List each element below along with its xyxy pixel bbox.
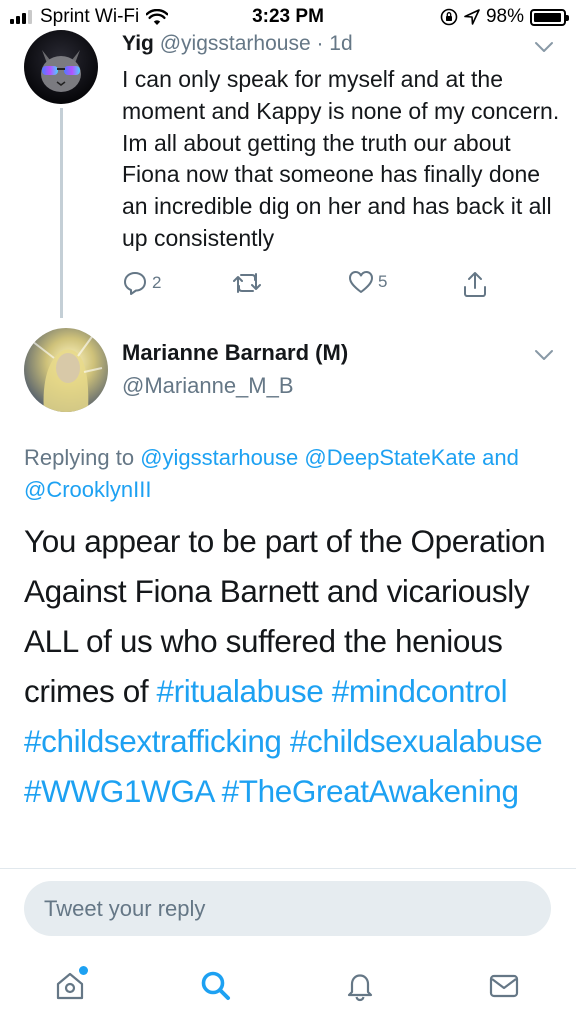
- hashtag-link[interactable]: #WWG1WGA: [24, 773, 214, 809]
- tab-search[interactable]: [194, 966, 238, 1006]
- new-content-dot: [79, 966, 88, 975]
- cat-with-sunglasses-avatar-image: [24, 30, 98, 104]
- replying-prefix: Replying to: [24, 445, 135, 470]
- author-handle[interactable]: @yigsstarhouse: [160, 32, 311, 55]
- hashtag-link[interactable]: #childsextrafficking: [24, 723, 282, 759]
- location-arrow-icon: [464, 9, 480, 25]
- reply-count: 2: [152, 273, 162, 292]
- tab-home[interactable]: [48, 966, 92, 1006]
- reply-icon: [124, 272, 146, 295]
- like-count: 5: [378, 272, 388, 291]
- hashtag-link[interactable]: #ritualabuse: [157, 673, 324, 709]
- author-name[interactable]: Marianne Barnard (M): [122, 340, 348, 366]
- search-icon: [201, 971, 230, 1000]
- author-name[interactable]: Yig: [122, 32, 154, 55]
- replying-to-line: Replying to @yigsstarhouse @DeepStateKat…: [24, 442, 554, 506]
- reply-button[interactable]: 2: [122, 270, 161, 296]
- divider: [0, 868, 576, 869]
- notifications-icon: [347, 974, 373, 1002]
- avatar[interactable]: [24, 30, 98, 104]
- author-handle[interactable]: @Marianne_M_B: [122, 373, 294, 399]
- tab-notifications[interactable]: [338, 966, 382, 1006]
- hashtag-link[interactable]: #childsexualabuse: [290, 723, 543, 759]
- avatar[interactable]: [24, 328, 108, 412]
- tab-bar: [0, 950, 576, 1024]
- battery-percent: 98%: [485, 6, 524, 27]
- like-button[interactable]: 5: [348, 270, 387, 294]
- tab-messages[interactable]: [482, 966, 526, 1006]
- hashtag-link[interactable]: #TheGreatAwakening: [222, 773, 519, 809]
- heart-icon: [349, 271, 373, 293]
- battery-icon: [530, 8, 569, 26]
- mention-link[interactable]: @yigsstarhouse: [140, 445, 298, 470]
- system-indicators: 98%: [434, 6, 569, 28]
- share-icon: [464, 272, 486, 297]
- retweet-icon: [233, 273, 261, 293]
- mention-link[interactable]: @DeepStateKate: [304, 445, 476, 470]
- tweet-age: · 1d: [316, 32, 353, 55]
- retweet-button[interactable]: [232, 270, 266, 296]
- mention-link[interactable]: @CrooklynIII: [24, 477, 151, 502]
- tweet-actions: 2 5: [122, 270, 502, 300]
- chevron-down-icon[interactable]: [534, 348, 554, 362]
- replying-and: and: [482, 445, 519, 470]
- tweet-text: I can only speak for myself and at the m…: [122, 66, 560, 251]
- chevron-down-icon[interactable]: [534, 40, 554, 54]
- hashtag-link[interactable]: #mindcontrol: [332, 673, 508, 709]
- tweet-header: Yig @yigsstarhouse · 1d: [122, 32, 353, 56]
- status-bar: Sprint Wi-Fi 3:23 PM 98%: [0, 0, 576, 34]
- share-button[interactable]: [462, 270, 492, 298]
- rotation-lock-icon: [440, 8, 458, 26]
- blonde-woman-avatar-image: [24, 328, 108, 412]
- messages-icon: [489, 974, 519, 998]
- tweet-reply-input[interactable]: [24, 881, 551, 936]
- tweet-text: You appear to be part of the Operation A…: [24, 516, 569, 816]
- thread-connector-line: [60, 108, 63, 318]
